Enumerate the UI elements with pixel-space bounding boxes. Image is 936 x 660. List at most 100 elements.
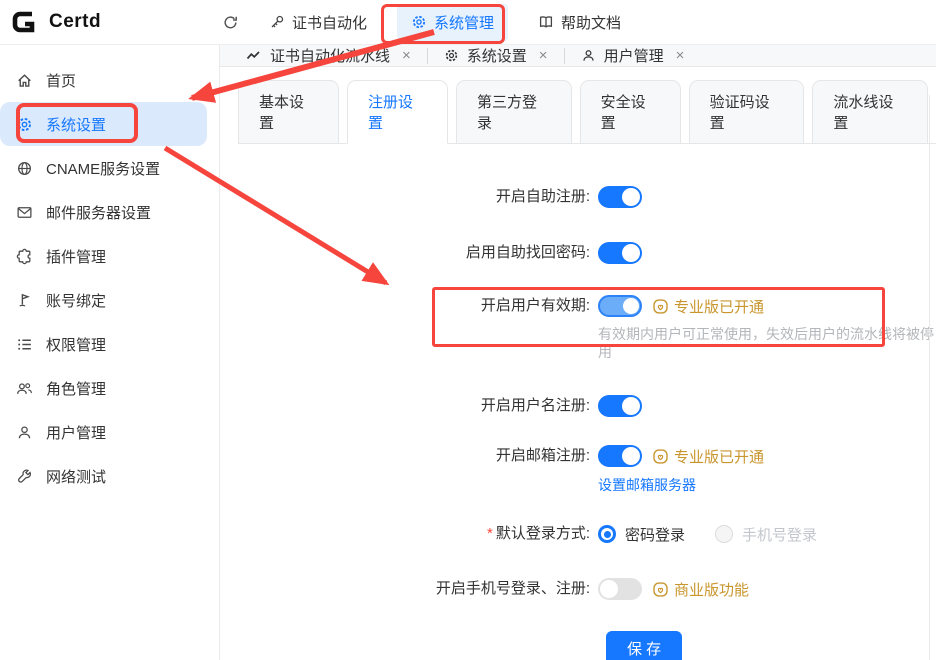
nav-system-management[interactable]: 系统管理 — [397, 4, 508, 41]
sidebar-item-roles[interactable]: 角色管理 — [0, 366, 207, 410]
phone-login-switch[interactable] — [598, 578, 642, 600]
app-window: Certd 证书自动化 系统管理 帮助文档 — [0, 0, 936, 660]
scrollbar-track — [929, 95, 930, 660]
user-icon — [581, 48, 596, 63]
radio-password-login[interactable]: 密码登录 — [598, 524, 685, 545]
flag-icon — [15, 292, 33, 309]
close-icon[interactable]: × — [402, 48, 411, 63]
open-pages-tabbar: 证书自动化流水线 × 系统设置 × 用户管理 × — [220, 45, 936, 67]
main-area: 证书自动化流水线 × 系统设置 × 用户管理 × 基本设置 — [220, 45, 936, 660]
mail-icon — [15, 204, 33, 221]
sidebar-item-users[interactable]: 用户管理 — [0, 410, 207, 454]
close-icon[interactable]: × — [676, 48, 685, 63]
email-register-switch[interactable] — [598, 445, 642, 467]
page-tab-label: 系统设置 — [467, 45, 527, 66]
form-row: 开启自助注册: — [238, 186, 936, 208]
tab-pipeline-settings[interactable]: 流水线设置 — [812, 80, 928, 144]
radio-checked-icon — [598, 525, 616, 543]
brand-name: Certd — [49, 11, 101, 33]
key-icon — [269, 14, 285, 30]
field-label: 开启用户有效期: — [238, 295, 598, 317]
sidebar-item-system-settings[interactable]: 系统设置 — [0, 102, 207, 146]
puzzle-icon — [15, 248, 33, 265]
switch-knob — [622, 397, 640, 415]
sidebar-item-label: 插件管理 — [46, 246, 106, 267]
vip-badge-icon — [652, 581, 669, 598]
vip-badge-icon — [652, 448, 669, 465]
sidebar: 首页 系统设置 CNAME服务设置 邮件服务器设置 插件管理 账号绑定 — [0, 45, 220, 660]
gear-icon — [411, 14, 427, 30]
tab-register-settings[interactable]: 注册设置 — [347, 80, 448, 144]
switch-knob — [622, 244, 640, 262]
required-mark: * — [487, 525, 493, 542]
commercial-badge-label: 商业版功能 — [674, 579, 749, 600]
home-icon — [15, 72, 33, 89]
tab-third-party-login[interactable]: 第三方登录 — [456, 80, 572, 144]
sidebar-item-label: 邮件服务器设置 — [46, 202, 151, 223]
gear-icon — [15, 116, 33, 133]
switch-knob — [622, 447, 640, 465]
username-register-switch[interactable] — [598, 395, 642, 417]
radio-label: 手机号登录 — [742, 524, 817, 545]
sidebar-item-label: 系统设置 — [46, 114, 106, 135]
sidebar-item-permissions[interactable]: 权限管理 — [0, 322, 207, 366]
form-row-user-expiry: 开启用户有效期: 专业版已开通 有效期内用户可正常使用，失效后用户的流水线将被停… — [238, 295, 936, 361]
sidebar-item-label: 角色管理 — [46, 378, 106, 399]
wrench-icon — [15, 468, 33, 485]
page-tab-cert-pipeline[interactable]: 证书自动化流水线 × — [246, 45, 411, 66]
save-button[interactable]: 保 存 — [606, 631, 682, 660]
field-help-text: 有效期内用户可正常使用，失效后用户的流水线将被停用 — [598, 325, 936, 361]
sidebar-item-mail-server[interactable]: 邮件服务器设置 — [0, 190, 207, 234]
register-settings-form: 开启自助注册: 启用自助找回密码: 开启用户有效期: — [238, 144, 936, 660]
refresh-icon[interactable] — [222, 14, 239, 31]
commercial-badge: 商业版功能 — [652, 579, 749, 600]
pro-badge: 专业版已开通 — [652, 296, 764, 317]
self-reset-password-switch[interactable] — [598, 242, 642, 264]
page-tab-label: 证书自动化流水线 — [270, 45, 390, 66]
sidebar-item-label: 网络测试 — [46, 466, 106, 487]
form-row: 启用自助找回密码: — [238, 242, 936, 264]
tab-captcha-settings[interactable]: 验证码设置 — [689, 80, 805, 144]
radio-disabled-icon — [715, 525, 733, 543]
page-tab-label: 用户管理 — [604, 45, 664, 66]
page-tab-system-settings[interactable]: 系统设置 × — [444, 45, 548, 66]
sidebar-item-label: 首页 — [46, 70, 76, 91]
nav-cert-automation[interactable]: 证书自动化 — [269, 12, 367, 33]
mail-server-link[interactable]: 设置邮箱服务器 — [598, 476, 764, 494]
pro-badge: 专业版已开通 — [652, 446, 764, 467]
vip-badge-icon — [652, 298, 669, 315]
pro-badge-label: 专业版已开通 — [674, 446, 764, 467]
tab-security-settings[interactable]: 安全设置 — [580, 80, 681, 144]
page-tab-user-management[interactable]: 用户管理 × — [581, 45, 685, 66]
app-header: Certd 证书自动化 系统管理 帮助文档 — [0, 0, 936, 45]
chart-line-icon — [246, 48, 262, 64]
form-row: 开启用户名注册: — [238, 395, 936, 417]
sidebar-item-home[interactable]: 首页 — [0, 58, 207, 102]
brand: Certd — [0, 8, 222, 36]
radio-phone-login[interactable]: 手机号登录 — [715, 524, 817, 545]
nav-label: 证书自动化 — [292, 12, 367, 33]
sidebar-item-plugins[interactable]: 插件管理 — [0, 234, 207, 278]
sidebar-item-network-test[interactable]: 网络测试 — [0, 454, 207, 498]
form-row-default-login: *默认登录方式: 密码登录 手机号登录 — [238, 523, 936, 545]
sidebar-item-label: CNAME服务设置 — [46, 158, 160, 179]
nav-help-docs[interactable]: 帮助文档 — [538, 12, 621, 33]
list-icon — [15, 336, 33, 353]
field-label: *默认登录方式: — [238, 523, 598, 545]
pro-badge-label: 专业版已开通 — [674, 296, 764, 317]
tab-separator — [427, 48, 428, 64]
book-icon — [538, 14, 554, 30]
self-register-switch[interactable] — [598, 186, 642, 208]
field-label: 开启手机号登录、注册: — [238, 578, 598, 600]
sidebar-item-account-binding[interactable]: 账号绑定 — [0, 278, 207, 322]
settings-tabs: 基本设置 注册设置 第三方登录 安全设置 验证码设置 流水线设置 — [238, 80, 936, 144]
user-expiry-switch[interactable] — [598, 295, 642, 317]
switch-knob — [622, 188, 640, 206]
sidebar-item-label: 用户管理 — [46, 422, 106, 443]
sidebar-item-cname-service[interactable]: CNAME服务设置 — [0, 146, 207, 190]
close-icon[interactable]: × — [539, 48, 548, 63]
tab-basic-settings[interactable]: 基本设置 — [238, 80, 339, 144]
switch-knob — [623, 298, 639, 314]
field-label: 开启邮箱注册: — [238, 445, 598, 467]
header-nav: 证书自动化 系统管理 帮助文档 — [222, 4, 621, 41]
